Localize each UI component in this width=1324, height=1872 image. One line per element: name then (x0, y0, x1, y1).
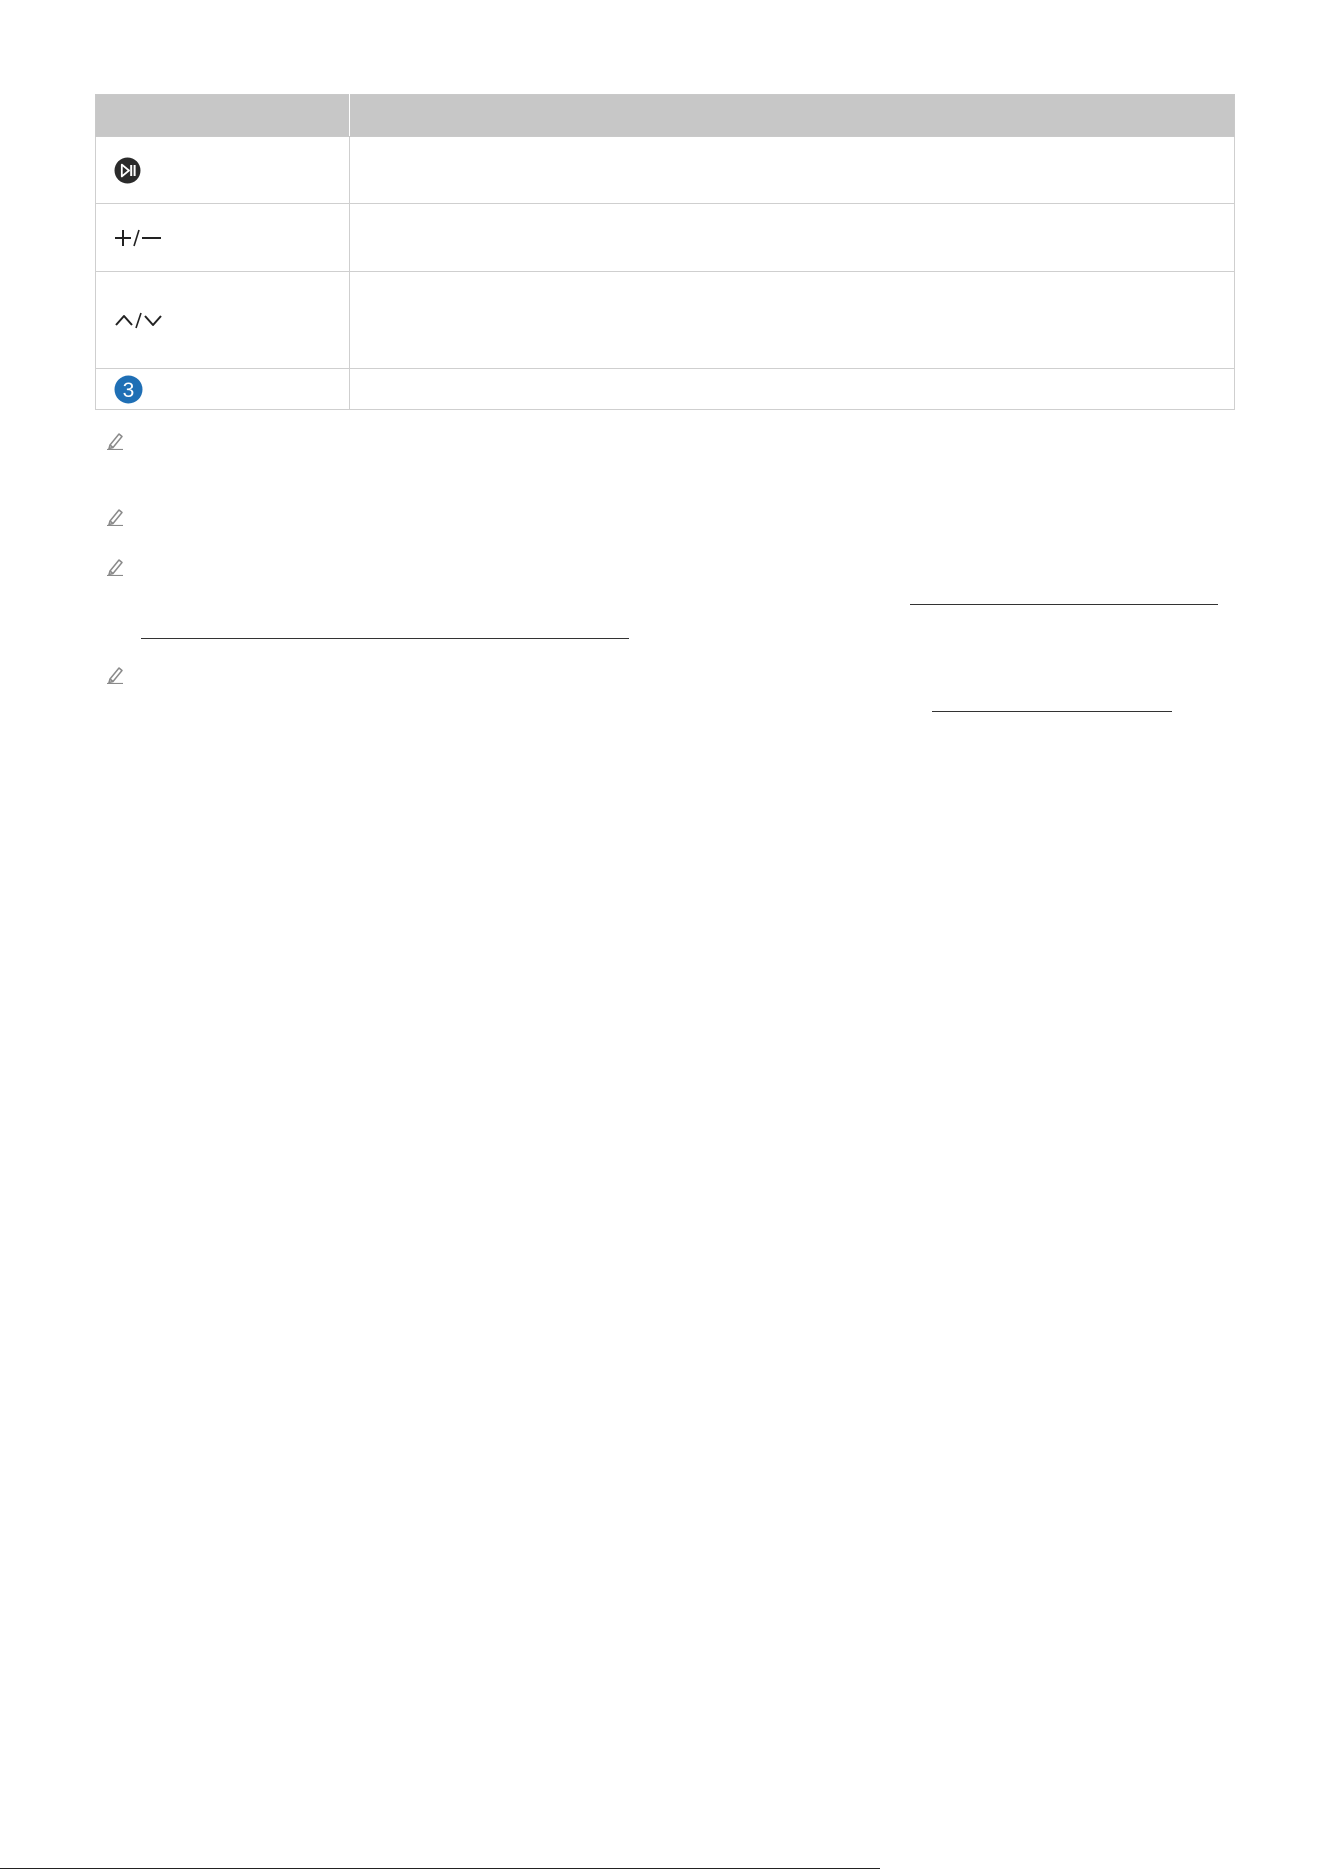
pencil-note-icon (106, 556, 124, 577)
remote-buttons-table: 3 (95, 94, 1235, 410)
note-item (106, 506, 1236, 536)
cross-reference-link-underline[interactable] (910, 604, 1218, 605)
button-description (349, 271, 1235, 369)
table-header-button (95, 94, 350, 137)
play-pause-icon (114, 157, 141, 184)
pencil-note-icon (106, 506, 124, 527)
volume-plus-minus-icon (114, 228, 162, 248)
button-cell (95, 136, 350, 204)
button-description (349, 203, 1235, 272)
cross-reference-link-underline[interactable] (932, 711, 1172, 712)
pencil-note-icon (106, 430, 124, 451)
note-item (106, 556, 1236, 646)
footer-rule (0, 1868, 880, 1869)
footer-text (882, 1859, 1322, 1872)
table-row (95, 271, 1235, 369)
button-cell: 3 (95, 368, 350, 410)
number-3-blue-badge-icon: 3 (114, 375, 143, 404)
manual-page: 3 (0, 0, 1324, 1872)
table-row (95, 136, 1235, 204)
cross-reference-link-underline[interactable] (141, 638, 629, 639)
button-cell (95, 203, 350, 272)
button-cell (95, 271, 350, 369)
table-row: 3 (95, 368, 1235, 410)
button-description (349, 368, 1235, 410)
badge-number: 3 (123, 379, 135, 402)
table-header-row (95, 94, 1235, 137)
channel-up-down-icon (114, 310, 164, 330)
button-description (349, 136, 1235, 204)
table-row (95, 203, 1235, 272)
pencil-note-icon (106, 664, 124, 685)
note-item (106, 430, 1236, 490)
note-item (106, 664, 1236, 724)
table-header-description (349, 94, 1235, 137)
